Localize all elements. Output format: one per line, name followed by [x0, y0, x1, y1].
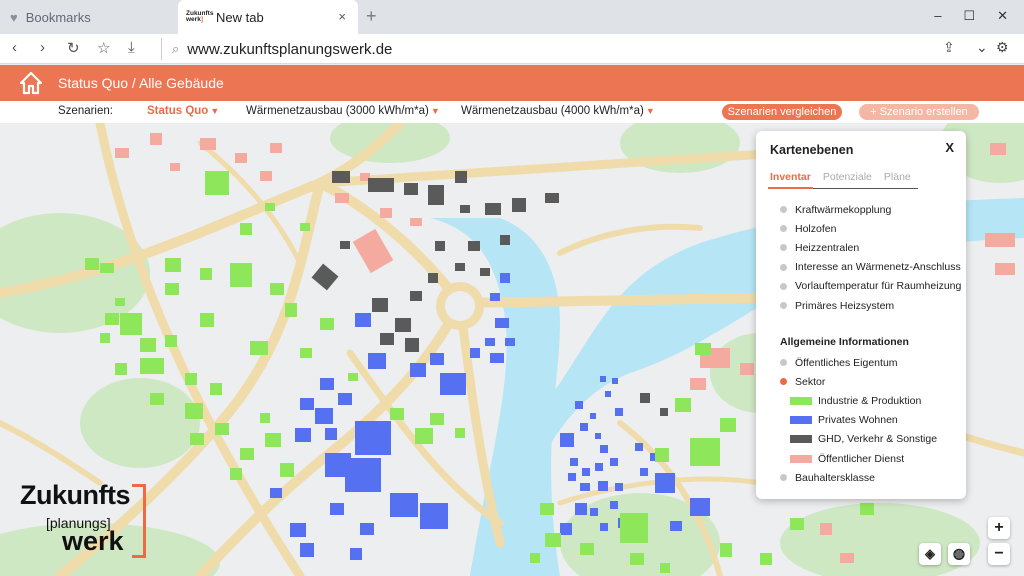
tab-bookmarks[interactable]: ♥ Bookmarks — [0, 0, 178, 34]
scenario-label: Szenarien: — [58, 105, 113, 117]
tab-new[interactable]: Zukunfts werk] New tab × — [178, 0, 358, 34]
close-tab-icon[interactable]: × — [338, 9, 346, 24]
legend-item: GHD, Verkehr & Sonstige — [780, 430, 937, 449]
create-scenario-button[interactable]: + Szenario erstellen — [859, 104, 979, 120]
browser-tab-bar: ♥ Bookmarks Zukunfts werk] New tab × + –… — [0, 0, 1024, 34]
layer-item[interactable]: Holzofen — [780, 219, 961, 238]
legend-item: Öffentlicher Dienst — [780, 449, 937, 468]
download-icon[interactable]: ⤓ — [128, 39, 135, 56]
heart-icon: ♥ — [10, 9, 18, 25]
bookmark-star-icon[interactable]: ☆ — [97, 39, 110, 57]
zoom-out-button[interactable]: − — [988, 543, 1010, 565]
panel-tabs: Inventar Potenziale Pläne — [768, 171, 918, 189]
forward-icon[interactable]: › — [40, 39, 45, 56]
app-header: Status Quo / Alle Gebäude — [0, 65, 1024, 101]
layer-item[interactable]: Heizzentralen — [780, 238, 961, 257]
zoom-in-button[interactable]: + — [988, 517, 1010, 539]
compare-scenarios-button[interactable]: Szenarien vergleichen — [722, 104, 842, 120]
general-info-heading: Allgemeine Informationen — [780, 336, 909, 348]
legend-item: Privates Wohnen — [780, 411, 937, 430]
tab-plaene[interactable]: Pläne — [882, 171, 913, 188]
settings-gear-icon[interactable]: ⚙ — [996, 39, 1009, 56]
close-panel-button[interactable]: X — [945, 140, 954, 155]
site-favicon: Zukunfts werk] — [186, 10, 214, 23]
caret-down-icon: ▼ — [210, 106, 220, 116]
map-layers-panel: Kartenebenen X Inventar Potenziale Pläne… — [756, 131, 966, 499]
reload-icon[interactable]: ↻ — [67, 39, 80, 57]
layers-icon[interactable]: ◈ — [919, 543, 941, 565]
layer-item[interactable]: Vorlauftemperatur für Raumheizung — [780, 277, 961, 296]
share-icon[interactable]: ⇪ — [943, 39, 955, 56]
scenario-4000[interactable]: Wärmenetzausbau (4000 kWh/m*a) ▼ — [461, 105, 655, 117]
tab-label: New tab — [216, 9, 264, 25]
maximize-icon[interactable]: ☐ — [963, 8, 975, 24]
tab-potenziale[interactable]: Potenziale — [821, 171, 874, 188]
legend-item: Industrie & Produktion — [780, 391, 937, 410]
globe-icon[interactable]: ◍ — [948, 543, 970, 565]
back-icon[interactable]: ‹ — [12, 39, 17, 56]
zukunftsplanungswerk-logo: Zukunfts [planungs] werk — [20, 480, 160, 560]
scenario-bar: Szenarien: Status Quo ▼ Wärmenetzausbau (… — [0, 101, 1024, 123]
window-controls: – ☐ ✕ — [934, 8, 1008, 24]
tab-inventar[interactable]: Inventar — [768, 171, 813, 189]
minimize-icon[interactable]: – — [934, 8, 941, 24]
caret-down-icon: ▼ — [430, 106, 440, 116]
address-bar: ‹ › ↻ ☆ ⤓ ⌕ www.zukunftsplanungswerk.de … — [0, 34, 1024, 64]
layer-item[interactable]: Interesse an Wärmenetz-Anschluss — [780, 258, 961, 277]
scenario-3000[interactable]: Wärmenetzausbau (3000 kWh/m*a) ▼ — [246, 105, 440, 117]
url-text: www.zukunftsplanungswerk.de — [187, 40, 393, 58]
breadcrumb: Status Quo / Alle Gebäude — [58, 75, 224, 91]
scenario-status-quo[interactable]: Status Quo ▼ — [147, 105, 219, 117]
inventory-list: Kraftwärmekopplung Holzofen Heizzentrale… — [780, 200, 961, 315]
close-window-icon[interactable]: ✕ — [997, 8, 1008, 24]
home-icon[interactable] — [20, 71, 42, 95]
layer-item-active[interactable]: Sektor — [780, 372, 937, 391]
layer-item[interactable]: Kraftwärmekopplung — [780, 200, 961, 219]
layer-item[interactable]: Öffentliches Eigentum — [780, 353, 937, 372]
new-tab-button[interactable]: + — [366, 6, 377, 27]
chevron-down-icon[interactable]: ⌄ — [976, 39, 988, 56]
layer-item[interactable]: Bauhaltersklasse — [780, 468, 937, 487]
url-field[interactable]: ⌕ www.zukunftsplanungswerk.de — [161, 38, 392, 60]
search-icon: ⌕ — [172, 41, 180, 56]
tab-label: Bookmarks — [25, 9, 91, 25]
caret-down-icon: ▼ — [645, 106, 655, 116]
general-info-list: Öffentliches Eigentum Sektor Industrie &… — [780, 353, 937, 487]
layer-item[interactable]: Primäres Heizsystem — [780, 296, 961, 315]
panel-title: Kartenebenen — [770, 143, 854, 157]
